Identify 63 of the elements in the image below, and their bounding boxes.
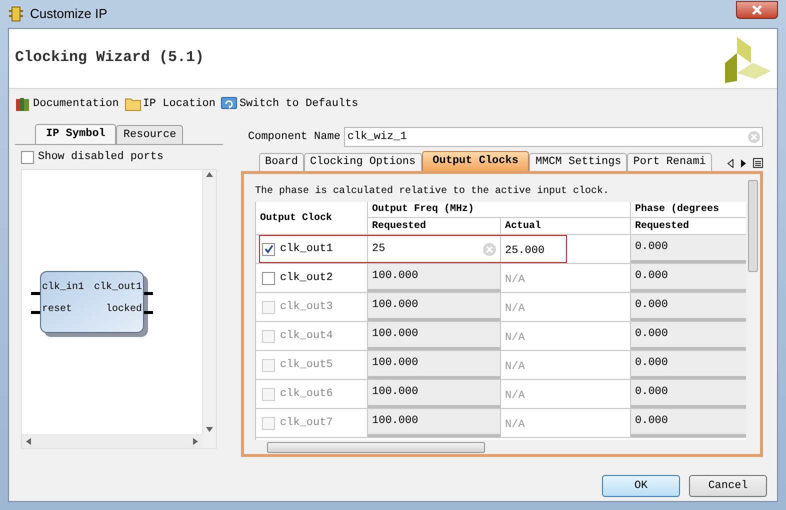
dialog-button[interactable]: Cancel <box>689 475 767 497</box>
checkbox[interactable] <box>21 150 34 164</box>
list-icon[interactable] <box>753 158 763 168</box>
phase-field[interactable]: 0.000 <box>631 235 746 263</box>
checkbox-label: Show disabled ports <box>38 150 164 165</box>
scroll-down-icon[interactable] <box>206 427 213 432</box>
column-header: Phase (degrees <box>635 202 720 217</box>
app-icon <box>8 6 24 22</box>
tab[interactable]: Port Renami <box>627 153 712 171</box>
vertical-scrollbar[interactable] <box>202 170 216 434</box>
checkbox[interactable] <box>262 242 275 256</box>
port-label: reset <box>42 303 74 317</box>
cell-text: clk_out6 <box>280 386 333 402</box>
column-header: Requested <box>635 220 690 234</box>
component-name-field[interactable]: clk_wiz_1 <box>344 127 763 147</box>
dialog-button[interactable]: OK <box>602 475 680 497</box>
scroll-left-icon[interactable] <box>26 438 31 444</box>
scroll-left-icon[interactable] <box>727 158 734 168</box>
close-icon <box>751 5 763 15</box>
cell-text: clk_out2 <box>280 270 333 286</box>
cell-text: N/A <box>505 302 525 317</box>
cell-text: clk_out1 <box>280 242 333 257</box>
toolbar-button[interactable]: Documentation <box>15 96 119 112</box>
books-icon <box>15 96 31 112</box>
cell-text: N/A <box>505 388 525 404</box>
wizard-title: Clocking Wizard (5.1) <box>15 48 204 68</box>
cell-text: N/A <box>505 418 525 433</box>
tab[interactable]: Resource <box>116 125 184 144</box>
tab[interactable]: Clocking Options <box>304 153 422 171</box>
tab[interactable]: IP Symbol <box>35 124 116 144</box>
checkbox[interactable] <box>262 272 275 284</box>
scroll-right-icon[interactable] <box>740 158 747 168</box>
column-header: Actual <box>505 220 542 234</box>
port-label: clk_out1 <box>94 280 142 295</box>
field-label: Component Name <box>248 130 340 145</box>
cell-text: clk_out4 <box>280 328 333 344</box>
cell-text: clk_out5 <box>280 358 333 373</box>
cell-text: clk_out7 <box>280 416 333 431</box>
cell-text: N/A <box>505 360 525 375</box>
scroll-up-icon[interactable] <box>206 172 213 177</box>
phase-field[interactable]: 0.000 <box>631 264 746 292</box>
column-header: Requested <box>372 220 426 234</box>
cell-text: clk_out3 <box>280 300 333 315</box>
toolbar-button[interactable]: IP Location <box>124 96 216 112</box>
cell-text: 25.000 <box>505 244 545 259</box>
logo-icon <box>725 34 771 82</box>
tab[interactable]: Board <box>259 153 304 171</box>
tab[interactable]: MMCM Settings <box>529 153 628 171</box>
folder-icon <box>124 97 141 111</box>
column-header: Output Freq (MHz) <box>372 202 474 217</box>
refresh-icon <box>221 96 238 112</box>
port-label: clk_in1 <box>42 280 84 295</box>
column-header: Output Clock <box>260 212 332 226</box>
horizontal-scrollbar[interactable] <box>22 434 202 448</box>
cell-text: N/A <box>505 330 525 346</box>
note-text: The phase is calculated relative to the active input clock. <box>255 184 610 199</box>
requested-field[interactable]: 100.000 <box>368 264 501 292</box>
window-title: Customize IP <box>30 5 108 24</box>
cell-text: N/A <box>505 272 525 288</box>
tab[interactable]: Output Clocks <box>422 151 530 171</box>
port-label: locked <box>106 302 142 317</box>
toolbar-button[interactable]: Switch to Defaults <box>221 96 358 112</box>
close-button[interactable] <box>736 1 778 19</box>
